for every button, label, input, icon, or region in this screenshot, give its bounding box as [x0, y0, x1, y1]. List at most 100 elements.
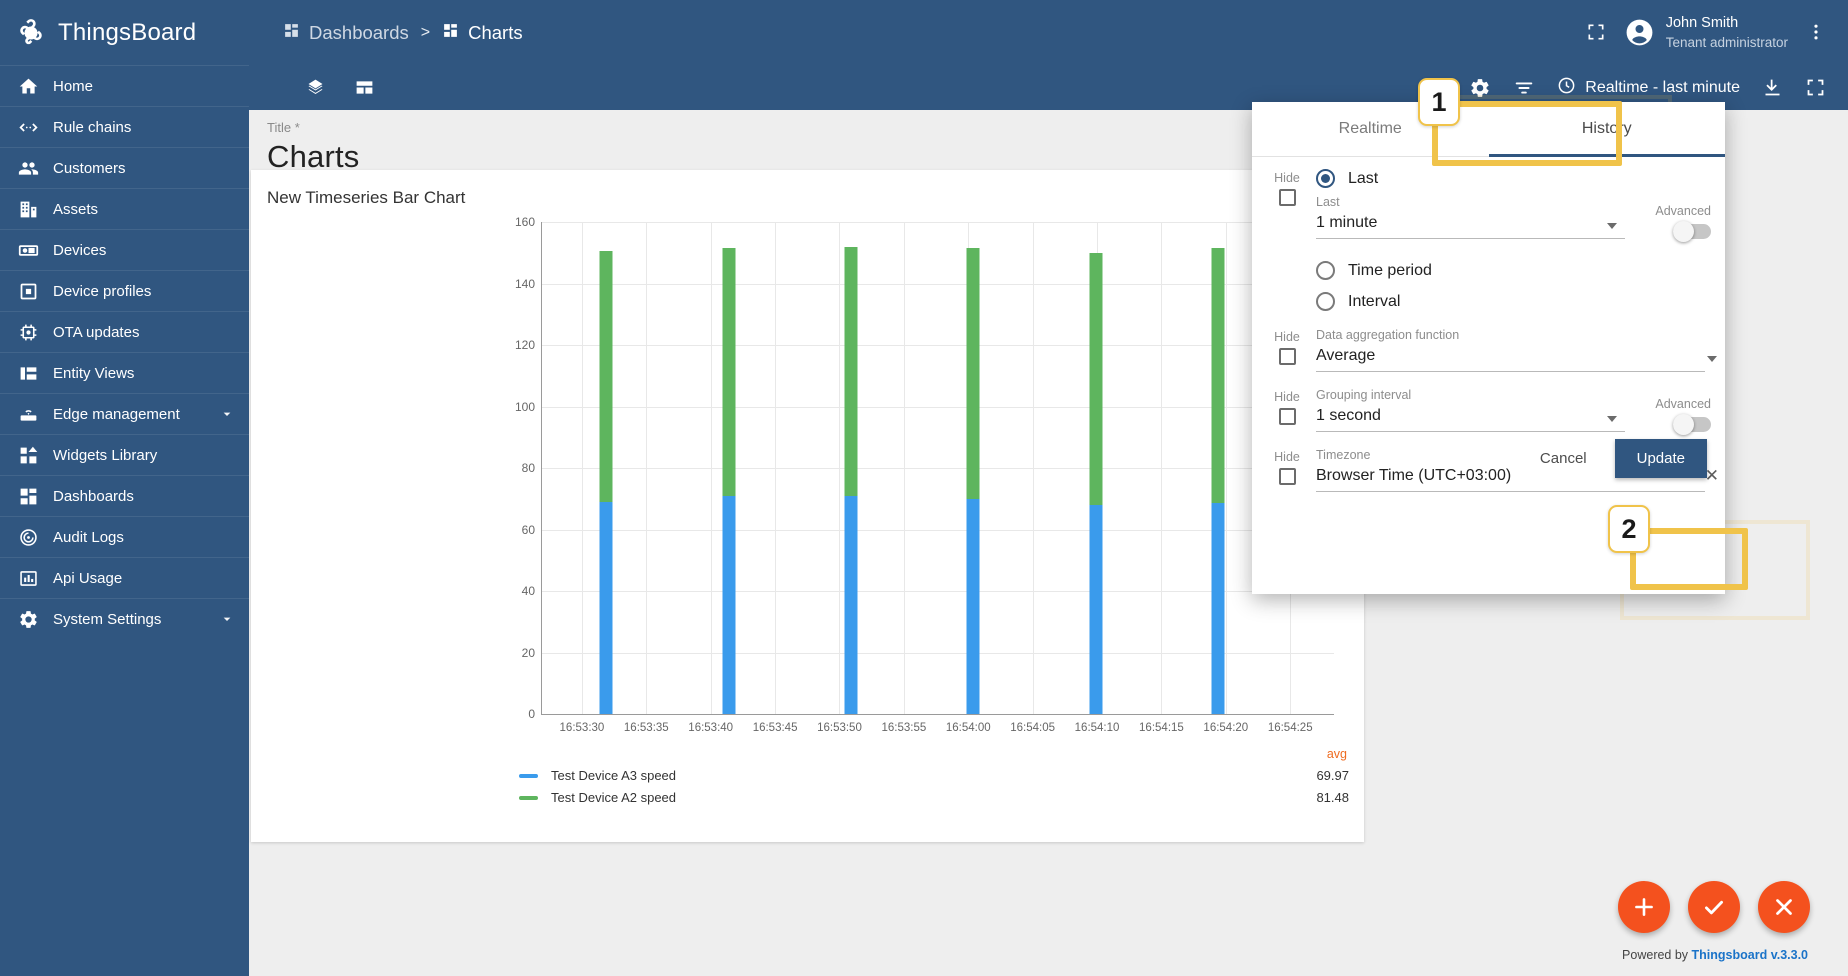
radio-last-input[interactable] [1316, 169, 1335, 188]
sidebar-item-home[interactable]: Home [0, 65, 249, 106]
brand-logo-block[interactable]: ThingsBoard [0, 0, 249, 65]
chevron-down-icon[interactable] [1707, 356, 1717, 362]
sidebar-item-label: Customers [53, 160, 235, 177]
tab-history[interactable]: History [1489, 102, 1726, 156]
chevron-down-icon[interactable] [1607, 416, 1617, 422]
clock-icon [1557, 76, 1576, 100]
widget-title: New Timeseries Bar Chart [251, 170, 1364, 208]
sidebar-item-api-usage[interactable]: Api Usage [0, 557, 249, 598]
radio-last[interactable]: Last [1316, 169, 1711, 188]
dashboard-layout-icon[interactable] [354, 77, 375, 98]
last-field-value: 1 minute [1316, 209, 1625, 238]
top-header-actions: John Smith Tenant administrator [1586, 13, 1848, 52]
chart-x-tick-label: 16:53:35 [624, 722, 669, 734]
sidebar-item-assets[interactable]: Assets [0, 188, 249, 229]
fullscreen-icon[interactable] [1586, 22, 1606, 42]
update-button[interactable]: Update [1615, 439, 1707, 478]
apply-changes-fab[interactable] [1688, 881, 1740, 933]
hide-label: Hide [1258, 390, 1316, 404]
sidebar-item-device-profiles[interactable]: Device profiles [0, 270, 249, 311]
chart-y-tick-label: 0 [528, 707, 535, 721]
chart-y-tick-label: 20 [522, 646, 535, 660]
sidebar-item-devices[interactable]: Devices [0, 229, 249, 270]
sidebar-item-system-settings[interactable]: System Settings [0, 598, 249, 639]
hide-aggregation-col: Hide [1258, 328, 1316, 370]
chart-y-tick-label: 40 [522, 584, 535, 598]
breadcrumb-item-charts[interactable]: Charts [442, 22, 523, 44]
chart-bar[interactable] [1212, 248, 1225, 714]
sidebar-item-ota-updates[interactable]: OTA updates [0, 311, 249, 352]
sidebar-item-label: Rule chains [53, 119, 235, 136]
legend-row[interactable]: Test Device A2 speed 81.48 [519, 790, 1349, 805]
filter-icon[interactable] [1513, 77, 1535, 99]
user-menu[interactable]: John Smith Tenant administrator [1624, 13, 1788, 52]
aggregation-field[interactable]: Data aggregation function Average [1316, 328, 1725, 372]
hide-aggregation-checkbox[interactable] [1279, 348, 1296, 365]
layers-icon[interactable] [305, 77, 326, 98]
dashboard-toolbar-left [305, 77, 375, 98]
breadcrumb-label: Charts [468, 22, 523, 44]
edge-management-icon [18, 404, 39, 425]
chevron-down-icon[interactable] [1607, 223, 1617, 229]
chart-x-tick-label: 16:54:15 [1139, 722, 1184, 734]
grouping-advanced-toggle[interactable] [1673, 417, 1711, 432]
sidebar-item-edge-management[interactable]: Edge management [0, 393, 249, 434]
sidebar-item-widgets-library[interactable]: Widgets Library [0, 434, 249, 475]
chart-bar-segment-a2 [967, 248, 980, 499]
last-advanced-toggle[interactable] [1673, 224, 1711, 239]
chevron-down-icon[interactable] [219, 406, 235, 422]
dashboards-icon [442, 22, 459, 44]
chevron-down-icon[interactable] [219, 611, 235, 627]
api-usage-icon [18, 568, 39, 589]
brand-name: ThingsBoard [58, 19, 196, 47]
cancel-button[interactable]: Cancel [1526, 440, 1601, 477]
chart-bar[interactable] [967, 248, 980, 714]
devices-icon [18, 240, 39, 261]
powered-brand[interactable]: Thingsboard v.3.3.0 [1692, 948, 1808, 962]
advanced-label: Advanced [1641, 204, 1711, 218]
last-duration-field[interactable]: Last 1 minute [1316, 195, 1625, 239]
hide-label: Hide [1258, 171, 1316, 185]
fullscreen-icon[interactable] [1805, 77, 1826, 98]
sidebar-item-label: Home [53, 78, 235, 95]
chart-bar[interactable] [722, 248, 735, 714]
discard-changes-fab[interactable] [1758, 881, 1810, 933]
chart-bar[interactable] [600, 251, 613, 714]
grouping-field-value: 1 second [1316, 402, 1625, 431]
download-icon[interactable] [1762, 77, 1783, 98]
more-vertical-icon[interactable] [1806, 22, 1826, 42]
timewindow-button[interactable]: Realtime - last minute [1557, 76, 1740, 100]
timewindow-panel: Realtime History Hide Last [1252, 102, 1725, 594]
chart-y-tick-label: 80 [522, 461, 535, 475]
chart-legend: avg Test Device A3 speed 69.97 Test Devi… [519, 747, 1349, 805]
grouping-interval-field[interactable]: Grouping interval 1 second [1316, 388, 1625, 432]
chart-x-tick-label: 16:54:10 [1075, 722, 1120, 734]
chart-plot-area: 02040608010012014016016:53:3016:53:3516:… [541, 222, 1334, 715]
radio-time-period-input[interactable] [1316, 261, 1335, 280]
add-widget-fab[interactable] [1618, 881, 1670, 933]
radio-time-period[interactable]: Time period [1316, 261, 1432, 280]
sidebar-item-audit-logs[interactable]: Audit Logs [0, 516, 249, 557]
gear-icon[interactable] [1469, 77, 1491, 99]
chart-gridline-vertical [1226, 222, 1227, 714]
ota-updates-icon [18, 322, 39, 343]
chart-bar-segment-a2 [1089, 253, 1102, 505]
sidebar-item-label: OTA updates [53, 324, 235, 341]
sidebar-item-dashboards[interactable]: Dashboards [0, 475, 249, 516]
sidebar-item-label: Edge management [53, 406, 205, 423]
hide-label: Hide [1258, 330, 1316, 344]
advanced-label: Advanced [1641, 397, 1711, 411]
radio-interval[interactable]: Interval [1316, 292, 1400, 311]
hide-last-checkbox[interactable] [1279, 189, 1296, 206]
chart-bar[interactable] [845, 247, 858, 714]
timewindow-tabs: Realtime History [1252, 102, 1725, 157]
legend-row[interactable]: Test Device A3 speed 69.97 [519, 768, 1349, 783]
breadcrumb-item-dashboards[interactable]: Dashboards [283, 22, 409, 44]
hide-grouping-checkbox[interactable] [1279, 408, 1296, 425]
sidebar-item-entity-views[interactable]: Entity Views [0, 352, 249, 393]
chart-bar[interactable] [1089, 253, 1102, 714]
sidebar-item-rule-chains[interactable]: Rule chains [0, 106, 249, 147]
radio-interval-input[interactable] [1316, 292, 1335, 311]
grouping-advanced-block: Advanced [1641, 397, 1711, 432]
sidebar-item-customers[interactable]: Customers [0, 147, 249, 188]
